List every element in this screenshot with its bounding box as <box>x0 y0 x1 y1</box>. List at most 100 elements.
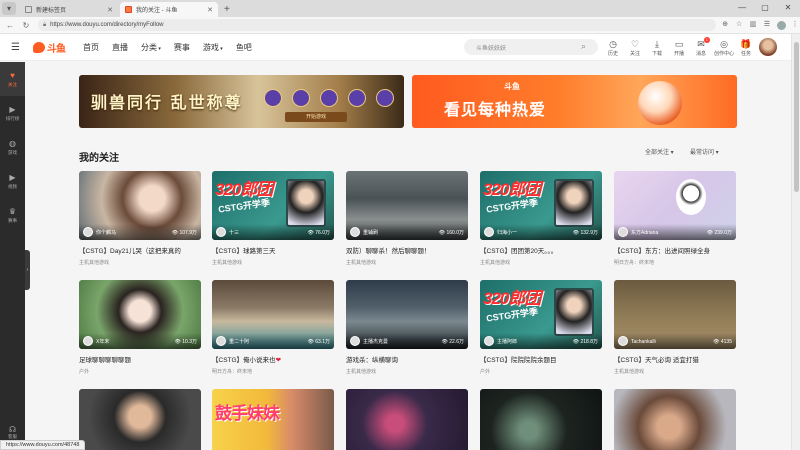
stream-title[interactable]: 游戏杀：纵横聊询 <box>346 354 468 364</box>
start-game-button[interactable]: 开始游戏 <box>285 112 347 122</box>
close-icon[interactable]: ✕ <box>107 6 113 14</box>
tab-my-follow[interactable]: 我的关注 - 斗鱼 ✕ <box>120 2 218 17</box>
stream-card[interactable]: 你个麟马 👁︎ 107.9万 【CSTG】Day21儿哭（这把来真的 主机其他游… <box>79 171 201 266</box>
message-button[interactable]: ✉ 消息 1 <box>691 37 711 57</box>
tab-actions-button[interactable]: ▾ <box>2 2 16 15</box>
stream-card[interactable] <box>480 389 602 450</box>
scrollbar-thumb[interactable] <box>794 42 799 192</box>
stream-category[interactable]: 明日方舟：终末地 <box>212 368 334 375</box>
bookmark-star-icon[interactable]: ☆ <box>734 20 744 30</box>
zoom-icon[interactable]: ⊕ <box>720 20 730 30</box>
stream-category[interactable]: 主机其他游戏 <box>614 368 736 375</box>
stream-title[interactable]: 【CSTG】天气必询 适宜打猎 <box>614 354 736 364</box>
nav-events[interactable]: 赛事 <box>174 42 190 53</box>
stream-category[interactable]: 明日方舟：终末地 <box>614 259 736 266</box>
filter-all-dropdown[interactable]: 全部关注 ▾ <box>645 147 674 156</box>
sidebar-icon[interactable]: ▥ <box>748 20 758 30</box>
page-scrollbar[interactable] <box>791 34 800 450</box>
profile-avatar[interactable] <box>777 20 786 30</box>
stream-category[interactable]: 主机其他游戏 <box>79 259 201 266</box>
stream-thumbnail[interactable]: 320郎团 CSTG开学季 归海小一 👁︎ 132.9万 <box>480 171 602 240</box>
stream-title[interactable]: 双防）聊聊杀！然后聊聊题！ <box>346 245 468 255</box>
stream-title[interactable]: 【CSTG】Day21儿哭（这把来真的 <box>79 245 201 255</box>
broadcast-button[interactable]: ▭ 开播 <box>669 39 689 57</box>
rail-expand-handle[interactable]: › <box>25 250 30 290</box>
user-avatar[interactable] <box>759 38 777 56</box>
stream-thumbnail[interactable]: 东方Adriana 👁︎ 239.0万 <box>614 171 736 240</box>
maximize-icon[interactable]: ▢ <box>754 0 776 14</box>
stream-card[interactable] <box>346 389 468 450</box>
stream-card[interactable]: Tachankalli 👁︎ 4135 【CSTG】天气必询 适宜打猎 主机其他… <box>614 280 736 375</box>
stream-card[interactable]: X年末 👁︎ 10.3万 足球聊聊聊聊聊题 户外 <box>79 280 201 375</box>
stream-thumbnail[interactable]: 重二十阿 👁︎ 63.1万 <box>212 280 334 349</box>
follow-button[interactable]: ♡ 关注 <box>625 39 645 57</box>
stream-title[interactable]: 【CSTG】俺小说来也❤ <box>212 354 334 364</box>
stream-title[interactable]: 【CSTG】东方：出进间照绿全身 <box>614 245 736 255</box>
rail-item-follow[interactable]: ♥ 关注 <box>0 62 25 96</box>
close-icon[interactable]: ✕ <box>207 6 213 14</box>
stream-category[interactable]: 主机其他游戏 <box>346 259 468 266</box>
close-window-icon[interactable]: ✕ <box>777 0 799 14</box>
minimize-icon[interactable]: — <box>731 0 753 14</box>
stream-card[interactable] <box>614 389 736 450</box>
stream-thumbnail[interactable]: 重辅刷 👁︎ 160.0万 <box>346 171 468 240</box>
stream-card[interactable]: 320郎团 CSTG开学季 归海小一 👁︎ 132.9万 【CSTG】团团第20… <box>480 171 602 266</box>
rail-item-game[interactable]: ◍ 游戏 <box>0 130 25 164</box>
stream-thumbnail[interactable] <box>614 389 736 450</box>
tab-new-tab[interactable]: 新建标签页 ✕ <box>20 2 118 17</box>
filter-recent-dropdown[interactable]: 最常访问 ▾ <box>690 147 719 156</box>
stream-title[interactable]: 【CSTG】院院院院余题目 <box>480 354 602 364</box>
rail-item-ranking[interactable]: ▶ 排行榜 <box>0 96 25 130</box>
stream-thumbnail[interactable] <box>480 389 602 450</box>
stream-thumbnail[interactable]: Tachankalli 👁︎ 4135 <box>614 280 736 349</box>
address-bar[interactable]: 🔒︎ https://www.douyu.com/directory/myFol… <box>37 19 717 31</box>
stream-card[interactable]: 320郎团 CSTG开学季 主播阿郎 👁︎ 218.8万 【CSTG】院院院院余… <box>480 280 602 375</box>
stream-thumbnail[interactable]: 主播杰克曼 👁︎ 22.6万 <box>346 280 468 349</box>
customer-service-button[interactable]: ☊ 客服 <box>0 425 25 440</box>
stream-thumbnail[interactable]: 320郎团 CSTG开学季 十三 👁︎ 76.0万 <box>212 171 334 240</box>
tasks-button[interactable]: 🎁 任务 <box>736 39 756 57</box>
history-button[interactable]: ◷ 历史 <box>603 39 623 57</box>
search-icon[interactable]: ⌕ <box>581 41 586 52</box>
more-icon[interactable]: ⋮ <box>790 20 800 30</box>
stream-category[interactable]: 主机其他游戏 <box>346 368 468 375</box>
stream-thumbnail[interactable]: 320郎团 CSTG开学季 主播阿郎 👁︎ 218.8万 <box>480 280 602 349</box>
new-tab-button[interactable]: + <box>224 2 230 17</box>
stream-title[interactable]: 【CSTG】球路第三天 <box>212 245 334 255</box>
download-button[interactable]: ⤓ 下载 <box>647 39 667 57</box>
stream-category[interactable]: 户外 <box>480 368 602 375</box>
stream-card[interactable]: 鼓手妹妹 <box>212 389 334 450</box>
stream-card[interactable] <box>79 389 201 450</box>
stream-thumbnail[interactable] <box>79 389 201 450</box>
menu-icon[interactable]: ☰ <box>11 42 25 53</box>
stream-category[interactable]: 主机其他游戏 <box>212 259 334 266</box>
refresh-icon[interactable]: ↻ <box>20 21 32 30</box>
stream-title[interactable]: 足球聊聊聊聊聊题 <box>79 354 201 364</box>
creator-center-button[interactable]: ◎ 创作中心 <box>713 39 735 57</box>
nav-category[interactable]: 分类 ▾ <box>141 42 161 53</box>
search-input[interactable]: 斗鱼妖妖妖 ⌕ <box>464 39 598 55</box>
stream-title[interactable]: 【CSTG】团团第20天。。。 <box>480 245 602 255</box>
stream-card[interactable]: 东方Adriana 👁︎ 239.0万 【CSTG】东方：出进间照绿全身 明日方… <box>614 171 736 266</box>
stream-card[interactable]: 320郎团 CSTG开学季 十三 👁︎ 76.0万 【CSTG】球路第三天 主机… <box>212 171 334 266</box>
stream-card[interactable]: 重辅刷 👁︎ 160.0万 双防）聊聊杀！然后聊聊题！ 主机其他游戏 <box>346 171 468 266</box>
nav-fishbar[interactable]: 鱼吧 <box>236 42 252 53</box>
nav-games[interactable]: 游戏 ▾ <box>203 42 223 53</box>
douyu-logo[interactable]: 斗鱼 <box>33 40 71 55</box>
rail-item-events[interactable]: ♛ 赛事 <box>0 198 25 232</box>
stream-thumbnail[interactable]: 你个麟马 👁︎ 107.9万 <box>79 171 201 240</box>
game-ad-banner[interactable]: 驯兽同行 乱世称尊 开始游戏 <box>79 75 404 128</box>
nav-live[interactable]: 直播 <box>112 42 128 53</box>
stream-category[interactable]: 户外 <box>79 368 201 375</box>
stream-card[interactable]: 主播杰克曼 👁︎ 22.6万 游戏杀：纵横聊询 主机其他游戏 <box>346 280 468 375</box>
stream-category[interactable]: 主机其他游戏 <box>480 259 602 266</box>
stream-card[interactable]: 重二十阿 👁︎ 63.1万 【CSTG】俺小说来也❤ 明日方舟：终末地 <box>212 280 334 375</box>
douyu-promo-banner[interactable]: 斗鱼 看见每种热爱 <box>412 75 737 128</box>
stream-thumbnail[interactable]: 鼓手妹妹 <box>212 389 334 450</box>
nav-home[interactable]: 首页 <box>83 42 99 53</box>
favorites-icon[interactable]: ☰ <box>762 20 772 30</box>
stream-thumbnail[interactable] <box>346 389 468 450</box>
back-icon[interactable]: ← <box>4 21 16 30</box>
stream-thumbnail[interactable]: X年末 👁︎ 10.3万 <box>79 280 201 349</box>
rail-item-video[interactable]: ▶ 视频 <box>0 164 25 198</box>
